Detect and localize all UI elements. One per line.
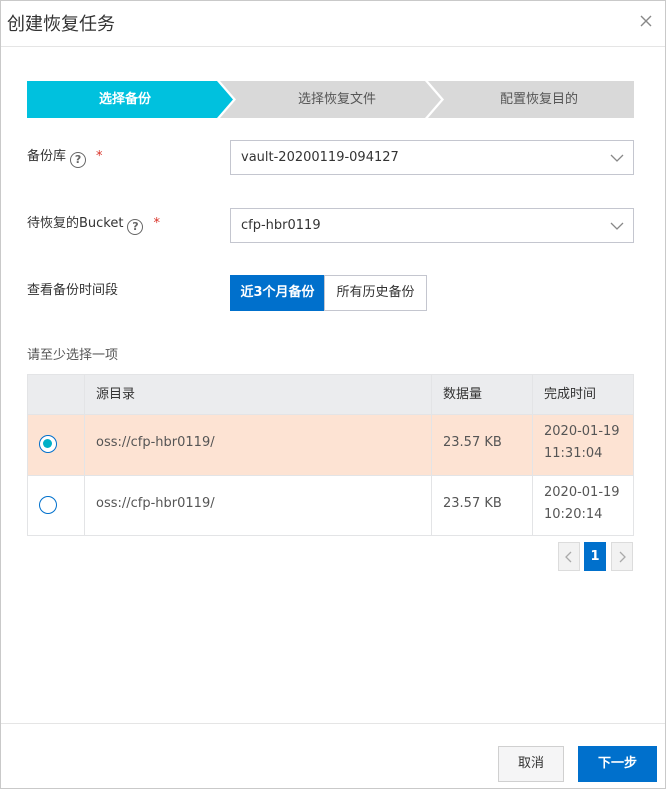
help-icon[interactable]: ? bbox=[70, 152, 87, 168]
bucket-select[interactable]: cfp-hbr0119 bbox=[230, 208, 634, 243]
row-size: 23.57 KB bbox=[443, 496, 502, 511]
step-select-backup: 选择备份 bbox=[98, 92, 151, 107]
step-indicator: 选择备份 选择恢复文件 配置恢复目的 bbox=[27, 81, 634, 118]
bucket-select-value: cfp-hbr0119 bbox=[241, 218, 321, 233]
col-header-size: 数据量 bbox=[443, 387, 483, 402]
row-radio[interactable] bbox=[39, 496, 57, 514]
table-row[interactable]: oss://cfp-hbr0119/ 23.57 KB 2020-01-19 1… bbox=[28, 414, 633, 475]
close-icon[interactable] bbox=[637, 12, 655, 30]
row-divider bbox=[28, 414, 633, 415]
next-step-button[interactable]: 下一步 bbox=[578, 746, 657, 782]
help-icon[interactable]: ? bbox=[127, 219, 144, 235]
next-page-button[interactable] bbox=[611, 542, 633, 571]
step-select-files: 选择恢复文件 bbox=[297, 92, 376, 107]
dialog-title: 创建恢复任务 bbox=[7, 14, 115, 35]
row-date: 2020-01-19 bbox=[544, 485, 620, 500]
table-row[interactable]: oss://cfp-hbr0119/ 23.57 KB 2020-01-19 1… bbox=[28, 475, 633, 536]
required-marker: * bbox=[153, 216, 160, 231]
page-1-button[interactable]: 1 bbox=[584, 542, 606, 571]
vault-select-value: vault-20200119-094127 bbox=[241, 150, 399, 165]
col-divider bbox=[532, 375, 533, 535]
bucket-label: 待恢复的Bucket bbox=[27, 216, 124, 231]
row-radio[interactable] bbox=[39, 435, 57, 453]
row-size: 23.57 KB bbox=[443, 435, 502, 450]
col-divider bbox=[431, 375, 432, 535]
step-configure-target: 配置恢复目的 bbox=[499, 92, 578, 107]
required-marker: * bbox=[96, 149, 103, 164]
row-time: 11:31:04 bbox=[544, 446, 603, 461]
period-option-3-months[interactable]: 近3个月备份 bbox=[230, 275, 325, 311]
row-source: oss://cfp-hbr0119/ bbox=[96, 496, 215, 511]
row-divider bbox=[28, 475, 633, 476]
col-header-time: 完成时间 bbox=[544, 387, 597, 402]
row-date: 2020-01-19 bbox=[544, 424, 620, 439]
chevron-right-icon bbox=[619, 551, 626, 563]
cancel-button[interactable]: 取消 bbox=[498, 746, 564, 782]
pagination: 1 bbox=[558, 542, 634, 571]
row-time: 10:20:14 bbox=[544, 507, 603, 522]
backup-table: 源目录 数据量 完成时间 oss://cfp-hbr0119/ 23.57 KB… bbox=[27, 374, 634, 536]
col-header-source: 源目录 bbox=[96, 387, 136, 402]
bucket-label-row: 待恢复的Bucket? * bbox=[27, 214, 160, 235]
chevron-down-icon bbox=[610, 154, 624, 162]
selection-hint: 请至少选择一项 bbox=[27, 348, 119, 363]
period-label: 查看备份时间段 bbox=[27, 283, 119, 298]
dialog-header: 创建恢复任务 bbox=[1, 1, 665, 47]
create-restore-dialog: 创建恢复任务 选择备份 选择恢复文件 配置恢复目的 备份库? * vault-20… bbox=[0, 0, 666, 789]
vault-label: 备份库 bbox=[27, 149, 67, 164]
prev-page-button[interactable] bbox=[558, 542, 580, 571]
chevron-left-icon bbox=[565, 551, 572, 563]
chevron-down-icon bbox=[610, 222, 624, 230]
vault-select[interactable]: vault-20200119-094127 bbox=[230, 140, 634, 175]
vault-label-row: 备份库? * bbox=[27, 147, 103, 168]
footer-divider bbox=[1, 723, 665, 724]
row-source: oss://cfp-hbr0119/ bbox=[96, 435, 215, 450]
col-divider bbox=[84, 375, 85, 535]
period-option-all-history[interactable]: 所有历史备份 bbox=[324, 275, 427, 311]
